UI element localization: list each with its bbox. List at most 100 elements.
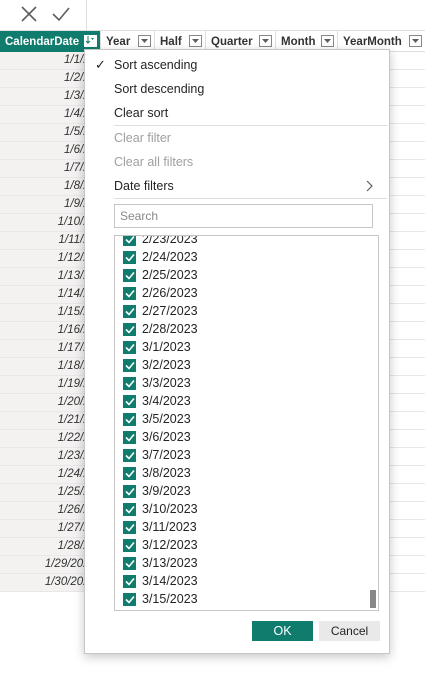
column-dropdown-button[interactable] bbox=[259, 35, 272, 47]
checkbox-checked-icon[interactable] bbox=[123, 358, 136, 372]
filter-value-label: 2/26/2023 bbox=[142, 286, 198, 300]
column-dropdown-button[interactable] bbox=[409, 35, 422, 47]
checkbox-checked-icon[interactable] bbox=[123, 322, 136, 336]
search-placeholder: Search bbox=[120, 209, 159, 223]
menu-item-clear-sort[interactable]: Clear sort bbox=[85, 101, 387, 125]
filter-values-list[interactable]: 2/23/2023 2/24/2023 2/25/2023 2/26/2023 2/27… bbox=[114, 235, 379, 611]
filter-value-item[interactable]: 3/13/2023 bbox=[123, 554, 198, 572]
checkbox-checked-icon[interactable] bbox=[123, 268, 136, 282]
sort-filter-menu: ✓ Sort ascending Sort descending Clear s… bbox=[84, 49, 390, 654]
checkbox-checked-icon[interactable] bbox=[123, 394, 136, 408]
filter-value-item[interactable]: 3/5/2023 bbox=[123, 410, 191, 428]
checkmark-icon: ✓ bbox=[95, 57, 106, 72]
checkbox-checked-icon[interactable] bbox=[123, 430, 136, 444]
column-label: Month bbox=[281, 35, 316, 48]
filter-value-label: 2/28/2023 bbox=[142, 322, 198, 336]
menu-item-label: Date filters bbox=[114, 179, 174, 193]
chevron-down-icon bbox=[192, 35, 199, 47]
filter-value-label: 3/7/2023 bbox=[142, 448, 191, 462]
filter-value-label: 2/23/2023 bbox=[142, 235, 198, 246]
checkbox-checked-icon[interactable] bbox=[123, 340, 136, 354]
check-icon bbox=[51, 5, 71, 23]
menu-item-label: Clear filter bbox=[114, 131, 171, 145]
filter-value-item[interactable]: 3/15/2023 bbox=[123, 590, 198, 608]
checkbox-checked-icon[interactable] bbox=[123, 520, 136, 534]
menu-item-date-filters[interactable]: Date filters bbox=[85, 174, 387, 198]
filter-value-label: 3/1/2023 bbox=[142, 340, 191, 354]
column-dropdown-button[interactable] bbox=[189, 35, 202, 47]
menu-item-sort-ascending[interactable]: ✓ Sort ascending bbox=[85, 53, 387, 77]
filter-value-item[interactable]: 2/24/2023 bbox=[123, 248, 198, 266]
sort-ascending-icon bbox=[85, 35, 95, 47]
filter-value-item[interactable]: 3/8/2023 bbox=[123, 464, 191, 482]
checkbox-checked-icon[interactable] bbox=[123, 250, 136, 264]
checkbox-checked-icon[interactable] bbox=[123, 412, 136, 426]
filter-value-label: 3/12/2023 bbox=[142, 538, 198, 552]
filter-value-item[interactable]: 2/27/2023 bbox=[123, 302, 198, 320]
filter-value-item[interactable]: 2/23/2023 bbox=[123, 235, 198, 248]
filter-value-label: 3/6/2023 bbox=[142, 430, 191, 444]
filter-value-item[interactable]: 3/4/2023 bbox=[123, 392, 191, 410]
sort-filter-dropdown-button[interactable] bbox=[84, 35, 97, 47]
menu-item-label: Sort descending bbox=[114, 82, 205, 96]
menu-item-clear-all-filters: Clear all filters bbox=[85, 150, 387, 174]
filter-value-item[interactable]: 3/9/2023 bbox=[123, 482, 191, 500]
filter-value-label: 2/24/2023 bbox=[142, 250, 198, 264]
checkbox-checked-icon[interactable] bbox=[123, 592, 136, 606]
column-label: Quarter bbox=[211, 35, 253, 48]
checkbox-checked-icon[interactable] bbox=[123, 502, 136, 516]
filter-value-item[interactable]: 3/1/2023 bbox=[123, 338, 191, 356]
filter-value-item[interactable]: 3/2/2023 bbox=[123, 356, 191, 374]
filter-value-label: 3/13/2023 bbox=[142, 556, 198, 570]
list-scrollbar-thumb[interactable] bbox=[370, 590, 376, 608]
checkbox-checked-icon[interactable] bbox=[123, 286, 136, 300]
commit-edit-button[interactable] bbox=[46, 0, 76, 28]
menu-item-label: Clear sort bbox=[114, 106, 169, 120]
filter-value-item[interactable]: 3/14/2023 bbox=[123, 572, 198, 590]
filter-value-item[interactable]: 3/11/2023 bbox=[123, 518, 197, 536]
checkbox-checked-icon[interactable] bbox=[123, 236, 136, 246]
filter-value-item[interactable]: 2/26/2023 bbox=[123, 284, 198, 302]
filter-value-label: 2/27/2023 bbox=[142, 304, 198, 318]
close-icon bbox=[20, 5, 38, 23]
filter-value-label: 3/5/2023 bbox=[142, 412, 191, 426]
checkbox-checked-icon[interactable] bbox=[123, 556, 136, 570]
ok-button[interactable]: OK bbox=[252, 621, 313, 641]
checkbox-checked-icon[interactable] bbox=[123, 574, 136, 588]
checkbox-checked-icon[interactable] bbox=[123, 466, 136, 480]
filter-value-item[interactable]: 3/7/2023 bbox=[123, 446, 191, 464]
checkbox-checked-icon[interactable] bbox=[123, 304, 136, 318]
cancel-button[interactable]: Cancel bbox=[319, 621, 380, 641]
filter-value-label: 3/4/2023 bbox=[142, 394, 191, 408]
filter-value-item[interactable]: 2/25/2023 bbox=[123, 266, 198, 284]
menu-divider bbox=[114, 198, 387, 199]
filter-search-input[interactable]: Search bbox=[114, 204, 373, 228]
checkbox-checked-icon[interactable] bbox=[123, 538, 136, 552]
filter-value-label: 3/11/2023 bbox=[142, 520, 197, 534]
menu-item-sort-descending[interactable]: Sort descending bbox=[85, 77, 387, 101]
filter-value-item[interactable]: 2/28/2023 bbox=[123, 320, 198, 338]
checkbox-checked-icon[interactable] bbox=[123, 448, 136, 462]
cancel-edit-button[interactable] bbox=[14, 0, 44, 28]
checkbox-checked-icon[interactable] bbox=[123, 484, 136, 498]
menu-item-label: Clear all filters bbox=[114, 155, 194, 169]
filter-value-label: 3/15/2023 bbox=[142, 592, 198, 606]
filter-value-item[interactable]: 3/12/2023 bbox=[123, 536, 198, 554]
filter-value-item[interactable]: 3/6/2023 bbox=[123, 428, 191, 446]
menu-item-label: Sort ascending bbox=[114, 58, 198, 72]
chevron-down-icon bbox=[141, 35, 148, 47]
column-label: CalendarDate bbox=[5, 35, 80, 48]
filter-value-label: 3/10/2023 bbox=[142, 502, 198, 516]
column-dropdown-button[interactable] bbox=[138, 35, 151, 47]
chevron-down-icon bbox=[324, 35, 331, 47]
chevron-right-icon bbox=[366, 174, 373, 206]
filter-value-item[interactable]: 3/3/2023 bbox=[123, 374, 191, 392]
menu-item-clear-filter: Clear filter bbox=[85, 126, 387, 150]
column-label: YearMonth bbox=[343, 35, 402, 48]
filter-value-label: 3/2/2023 bbox=[142, 358, 191, 372]
column-dropdown-button[interactable] bbox=[321, 35, 334, 47]
filter-value-item[interactable]: 3/10/2023 bbox=[123, 500, 198, 518]
filter-value-label: 3/9/2023 bbox=[142, 484, 191, 498]
checkbox-checked-icon[interactable] bbox=[123, 376, 136, 390]
filter-value-label: 2/25/2023 bbox=[142, 268, 198, 282]
